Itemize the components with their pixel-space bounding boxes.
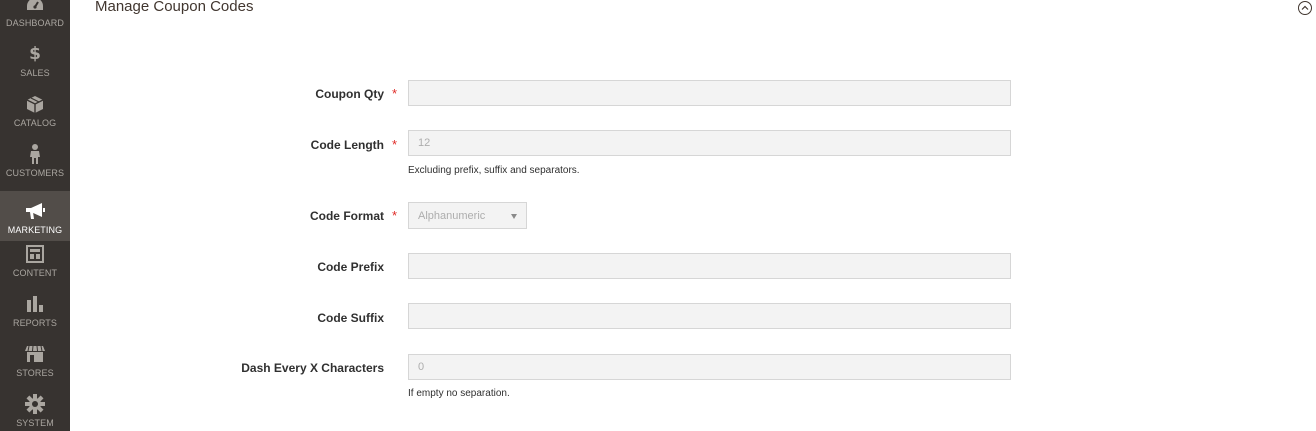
sidebar-item-label: CUSTOMERS bbox=[5, 168, 65, 178]
code-length-label: Code Length bbox=[310, 138, 384, 152]
sidebar-item-sales[interactable]: $ SALES bbox=[0, 34, 70, 84]
storefront-icon bbox=[25, 344, 45, 364]
sidebar-item-label: STORES bbox=[16, 368, 54, 378]
sidebar-item-system[interactable]: SYSTEM bbox=[0, 384, 70, 431]
sidebar-item-label: CONTENT bbox=[12, 268, 58, 278]
code-format-value: Alphanumeric bbox=[418, 210, 486, 222]
sidebar-item-dashboard[interactable]: DASHBOARD bbox=[0, 0, 70, 34]
coupon-qty-input[interactable] bbox=[408, 80, 1011, 106]
sidebar-item-label: DASHBOARD bbox=[6, 18, 64, 28]
code-length-note: Excluding prefix, suffix and separators. bbox=[408, 165, 580, 176]
chevron-up-circle-icon[interactable] bbox=[1297, 0, 1313, 16]
bar-chart-icon bbox=[25, 294, 45, 314]
section-title[interactable]: Manage Coupon Codes bbox=[95, 0, 253, 17]
code-format-label: Code Format bbox=[309, 209, 384, 223]
admin-sidebar: DASHBOARD $ SALES CATALOG CUSTOMERS MARK… bbox=[0, 0, 70, 431]
sidebar-item-customers[interactable]: CUSTOMERS bbox=[0, 134, 70, 184]
required-indicator: * bbox=[392, 137, 398, 152]
sidebar-item-reports[interactable]: REPORTS bbox=[0, 284, 70, 334]
layout-icon bbox=[25, 244, 45, 264]
sidebar-item-label: SYSTEM bbox=[16, 418, 54, 428]
dash-every-input[interactable] bbox=[408, 354, 1011, 380]
sidebar-item-stores[interactable]: STORES bbox=[0, 334, 70, 384]
code-format-select[interactable]: Alphanumeric bbox=[408, 202, 527, 229]
gear-icon bbox=[25, 394, 45, 414]
dollar-icon: $ bbox=[29, 44, 41, 64]
megaphone-icon bbox=[25, 201, 45, 221]
sidebar-item-label: SALES bbox=[20, 68, 50, 78]
code-prefix-input[interactable] bbox=[408, 253, 1011, 279]
sidebar-item-label: CATALOG bbox=[13, 118, 57, 128]
app: DASHBOARD $ SALES CATALOG CUSTOMERS MARK… bbox=[0, 0, 1316, 431]
dash-every-label: Dash Every X Characters bbox=[241, 361, 384, 375]
sidebar-item-content[interactable]: CONTENT bbox=[0, 234, 70, 284]
sidebar-item-catalog[interactable]: CATALOG bbox=[0, 84, 70, 134]
required-indicator: * bbox=[392, 208, 398, 223]
box-icon bbox=[25, 94, 45, 114]
dashboard-icon bbox=[25, 0, 45, 14]
chevron-down-icon bbox=[511, 214, 517, 219]
code-suffix-label: Code Suffix bbox=[317, 311, 384, 325]
code-length-input[interactable] bbox=[408, 130, 1011, 156]
code-prefix-label: Code Prefix bbox=[317, 260, 384, 274]
dash-every-note: If empty no separation. bbox=[408, 388, 510, 399]
coupon-qty-label: Coupon Qty bbox=[315, 87, 384, 101]
sidebar-item-label: REPORTS bbox=[12, 318, 58, 328]
code-suffix-input[interactable] bbox=[408, 303, 1011, 329]
person-icon bbox=[25, 144, 45, 164]
required-indicator: * bbox=[392, 86, 398, 101]
